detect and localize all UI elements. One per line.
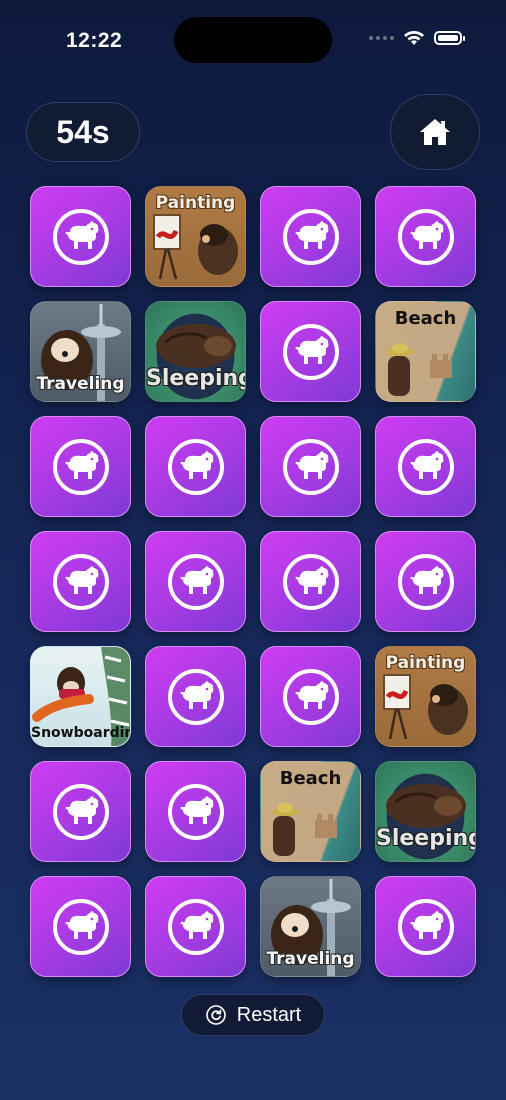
dog-icon xyxy=(180,795,213,824)
dog-icon xyxy=(65,450,98,479)
dog-icon xyxy=(65,565,98,594)
dog-icon xyxy=(65,220,98,249)
card-label: Painting xyxy=(155,193,236,213)
card-back-emblem xyxy=(167,898,224,955)
card-hidden[interactable] xyxy=(30,416,131,517)
card-back-emblem xyxy=(52,783,109,840)
card-hidden[interactable] xyxy=(145,416,246,517)
card-back-emblem xyxy=(282,438,339,495)
timer-value: 54s xyxy=(56,113,110,150)
dog-icon xyxy=(180,565,213,594)
card-label: Painting xyxy=(385,653,466,673)
dog-icon xyxy=(295,565,328,594)
card-revealed-traveling[interactable]: Traveling xyxy=(260,876,361,977)
card-revealed-beach[interactable]: Beach xyxy=(260,761,361,862)
restart-button[interactable]: Restart xyxy=(181,994,325,1036)
card-hidden[interactable] xyxy=(260,301,361,402)
card-hidden[interactable] xyxy=(375,416,476,517)
card-revealed-traveling[interactable]: Traveling xyxy=(30,301,131,402)
dog-icon xyxy=(410,910,443,939)
home-icon xyxy=(420,119,450,145)
dog-icon xyxy=(295,335,328,364)
dog-icon xyxy=(180,450,213,479)
card-hidden[interactable] xyxy=(375,531,476,632)
card-back-emblem xyxy=(397,898,454,955)
dog-icon xyxy=(295,450,328,479)
card-revealed-painting[interactable]: Painting xyxy=(145,186,246,287)
card-back-emblem xyxy=(397,438,454,495)
dog-icon xyxy=(295,220,328,249)
card-hidden[interactable] xyxy=(145,531,246,632)
card-hidden[interactable] xyxy=(260,531,361,632)
card-back-emblem xyxy=(52,898,109,955)
timer-display: 54s xyxy=(26,102,140,162)
card-hidden[interactable] xyxy=(375,186,476,287)
card-back-emblem xyxy=(397,553,454,610)
dog-icon xyxy=(295,680,328,709)
card-hidden[interactable] xyxy=(30,761,131,862)
dog-icon xyxy=(410,450,443,479)
restart-label: Restart xyxy=(236,1003,302,1026)
card-label: Traveling xyxy=(266,949,355,969)
card-label: Traveling xyxy=(36,374,125,394)
dog-icon xyxy=(180,680,213,709)
dog-icon xyxy=(410,565,443,594)
card-hidden[interactable] xyxy=(30,876,131,977)
card-hidden[interactable] xyxy=(260,416,361,517)
status-icons xyxy=(369,30,465,46)
home-button[interactable] xyxy=(390,94,480,170)
card-back-emblem xyxy=(282,208,339,265)
card-grid: Painting Traveling Sleeping Beach Snowbo… xyxy=(30,186,476,977)
status-time: 12:22 xyxy=(66,29,123,52)
wifi-icon xyxy=(404,31,424,45)
dynamic-island xyxy=(174,17,332,63)
dog-icon xyxy=(65,795,98,824)
card-label: Beach xyxy=(279,768,342,789)
card-back-emblem xyxy=(167,783,224,840)
card-label: Sleeping xyxy=(146,366,246,391)
card-back-emblem xyxy=(167,553,224,610)
card-back-emblem xyxy=(167,438,224,495)
card-hidden[interactable] xyxy=(260,646,361,747)
card-hidden[interactable] xyxy=(145,646,246,747)
card-back-emblem xyxy=(52,438,109,495)
card-revealed-beach[interactable]: Beach xyxy=(375,301,476,402)
card-hidden[interactable] xyxy=(30,531,131,632)
card-label: Beach xyxy=(394,308,457,329)
card-label: Sleeping xyxy=(376,826,476,851)
card-label: Snowboarding xyxy=(31,725,130,741)
card-revealed-sleeping[interactable]: Sleeping xyxy=(145,301,246,402)
card-back-emblem xyxy=(397,208,454,265)
restart-icon xyxy=(205,1005,226,1025)
cellular-signal-icon xyxy=(369,36,394,40)
dog-icon xyxy=(65,910,98,939)
card-hidden[interactable] xyxy=(145,876,246,977)
card-back-emblem xyxy=(52,208,109,265)
card-back-emblem xyxy=(282,668,339,725)
dog-icon xyxy=(180,910,213,939)
card-hidden[interactable] xyxy=(260,186,361,287)
card-revealed-painting[interactable]: Painting xyxy=(375,646,476,747)
card-back-emblem xyxy=(167,668,224,725)
card-back-emblem xyxy=(52,553,109,610)
battery-icon xyxy=(434,31,465,45)
card-hidden[interactable] xyxy=(375,876,476,977)
card-revealed-snowboarding[interactable]: Snowboarding xyxy=(30,646,131,747)
card-back-emblem xyxy=(282,553,339,610)
card-revealed-sleeping[interactable]: Sleeping xyxy=(375,761,476,862)
card-hidden[interactable] xyxy=(145,761,246,862)
card-hidden[interactable] xyxy=(30,186,131,287)
dog-icon xyxy=(410,220,443,249)
card-back-emblem xyxy=(282,323,339,380)
